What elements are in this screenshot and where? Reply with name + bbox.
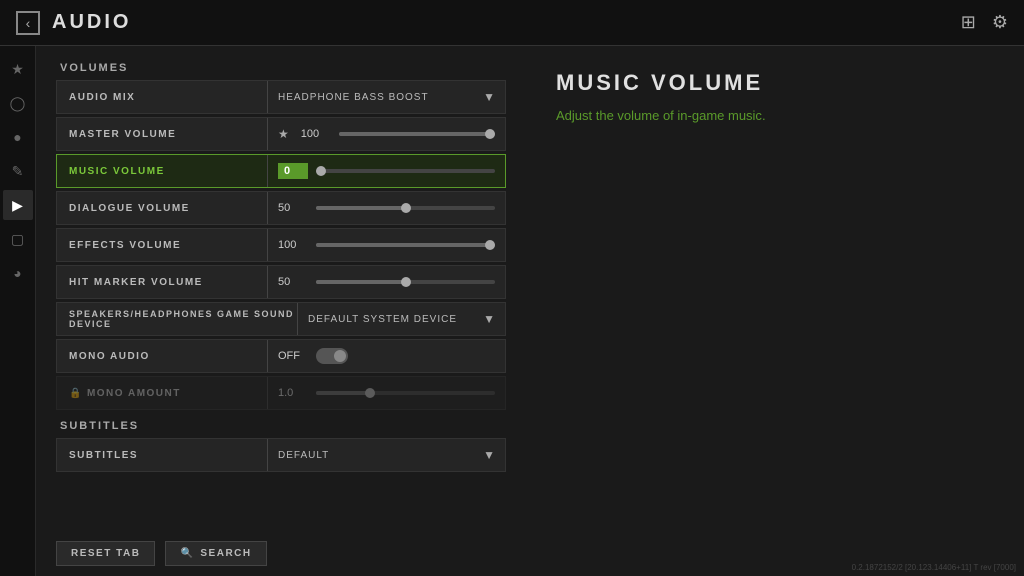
- star-icon: ★: [278, 127, 289, 141]
- dialogue-volume-label: DIALOGUE VOLUME: [57, 203, 267, 214]
- master-volume-label: MASTER VOLUME: [57, 129, 267, 140]
- search-button[interactable]: 🔍 SEARCH: [165, 541, 266, 566]
- mono-amount-value: 1.0: [278, 387, 308, 399]
- hit-marker-volume-fill: [316, 280, 406, 284]
- effects-volume-value: 100: [278, 239, 308, 251]
- music-volume-value: 0: [278, 163, 308, 179]
- info-desc-link: in-game music: [677, 108, 762, 123]
- effects-volume-label: EFFECTS VOLUME: [57, 240, 267, 251]
- left-sidebar: ★ ◯ ● ✎ ▶ ▢ ◕: [0, 46, 36, 576]
- top-bar-right: ⊞ ⚙: [961, 12, 1008, 33]
- subtitles-row[interactable]: SUBTITLES DEFAULT ▼: [56, 438, 506, 472]
- subtitles-arrow: ▼: [483, 448, 495, 462]
- master-volume-value: 100: [301, 128, 331, 140]
- sidebar-icon-person[interactable]: ◯: [3, 88, 33, 118]
- music-volume-row[interactable]: MUSIC VOLUME 0: [56, 154, 506, 188]
- hit-marker-volume-row[interactable]: HIT MARKER VOLUME 50: [56, 265, 506, 299]
- speakers-device-value: DEFAULT SYSTEM DEVICE: [308, 314, 475, 325]
- sidebar-icon-network[interactable]: ◕: [3, 258, 33, 288]
- mono-audio-label: MONO AUDIO: [57, 351, 267, 362]
- audio-mix-arrow: ▼: [483, 90, 495, 104]
- dialogue-volume-thumb: [401, 203, 411, 213]
- music-volume-label: MUSIC VOLUME: [57, 166, 267, 177]
- sidebar-icon-grid[interactable]: ▢: [3, 224, 33, 254]
- dialogue-volume-value: 50: [278, 202, 308, 214]
- audio-mix-value-area: HEADPHONE BASS BOOST ▼: [268, 90, 505, 104]
- music-volume-value-area: 0: [268, 163, 505, 179]
- search-icon: 🔍: [180, 548, 194, 559]
- top-bar-left: ‹ AUDIO: [16, 11, 131, 35]
- speakers-device-label: SPEAKERS/HEADPHONES GAME SOUND DEVICE: [57, 309, 297, 329]
- hit-marker-volume-thumb: [401, 277, 411, 287]
- sidebar-icon-edit[interactable]: ✎: [3, 156, 33, 186]
- info-title: MUSIC VOLUME: [556, 70, 994, 96]
- mono-amount-thumb: [365, 388, 375, 398]
- back-button[interactable]: ‹: [16, 11, 40, 35]
- subtitles-value-area: DEFAULT ▼: [268, 448, 505, 462]
- effects-volume-thumb: [485, 240, 495, 250]
- master-volume-row[interactable]: MASTER VOLUME ★ 100: [56, 117, 506, 151]
- info-description: Adjust the volume of in-game music.: [556, 106, 994, 126]
- effects-volume-slider[interactable]: [316, 243, 495, 247]
- master-volume-thumb: [485, 129, 495, 139]
- sidebar-icon-audio[interactable]: ▶: [3, 190, 33, 220]
- music-volume-slider[interactable]: [316, 169, 495, 173]
- mono-amount-value-area: 1.0: [268, 387, 505, 399]
- page-title: AUDIO: [52, 11, 131, 34]
- mono-amount-slider: [316, 391, 495, 395]
- sidebar-icon-controller[interactable]: ●: [3, 122, 33, 152]
- effects-volume-fill: [316, 243, 495, 247]
- search-label: SEARCH: [200, 548, 251, 559]
- info-desc-pre: Adjust the volume of: [556, 108, 677, 123]
- top-bar: ‹ AUDIO ⊞ ⚙: [0, 0, 1024, 46]
- hit-marker-volume-value: 50: [278, 276, 308, 288]
- mono-audio-row[interactable]: MONO AUDIO OFF: [56, 339, 506, 373]
- main-content: VOLUMES AUDIO MIX HEADPHONE BASS BOOST ▼…: [36, 46, 1024, 576]
- effects-volume-row[interactable]: EFFECTS VOLUME 100: [56, 228, 506, 262]
- speakers-device-value-area: DEFAULT SYSTEM DEVICE ▼: [298, 312, 505, 326]
- subtitles-section-header: SUBTITLES: [56, 420, 506, 432]
- settings-panel: VOLUMES AUDIO MIX HEADPHONE BASS BOOST ▼…: [36, 46, 526, 576]
- music-volume-thumb: [316, 166, 326, 176]
- reset-tab-label: RESET TAB: [71, 548, 140, 559]
- mono-audio-value: OFF: [278, 350, 308, 362]
- mono-amount-label: 🔒MONO AMOUNT: [57, 388, 267, 399]
- info-desc-post: .: [762, 108, 766, 123]
- back-icon: ‹: [26, 15, 31, 31]
- mono-amount-fill: [316, 391, 370, 395]
- gear-icon[interactable]: ⚙: [992, 12, 1008, 33]
- audio-mix-row[interactable]: AUDIO MIX HEADPHONE BASS BOOST ▼: [56, 80, 506, 114]
- hit-marker-volume-label: HIT MARKER VOLUME: [57, 277, 267, 288]
- hit-marker-volume-slider[interactable]: [316, 280, 495, 284]
- subtitles-value: DEFAULT: [278, 450, 475, 461]
- mono-amount-row: 🔒MONO AMOUNT 1.0: [56, 376, 506, 410]
- master-volume-value-area: ★ 100: [268, 127, 505, 141]
- version-text: 0.2.1872152/2 [20.123.14406+11] T rev [7…: [852, 563, 1016, 572]
- info-panel: MUSIC VOLUME Adjust the volume of in-gam…: [526, 46, 1024, 576]
- hit-marker-volume-value-area: 50: [268, 276, 505, 288]
- dialogue-volume-row[interactable]: DIALOGUE VOLUME 50: [56, 191, 506, 225]
- dialogue-volume-slider[interactable]: [316, 206, 495, 210]
- subtitles-label: SUBTITLES: [57, 450, 267, 461]
- audio-mix-label: AUDIO MIX: [57, 92, 267, 103]
- mono-audio-toggle[interactable]: [316, 348, 348, 364]
- master-volume-fill: [339, 132, 495, 136]
- effects-volume-value-area: 100: [268, 239, 505, 251]
- master-volume-slider[interactable]: [339, 132, 495, 136]
- grid-icon[interactable]: ⊞: [961, 12, 976, 33]
- bottom-bar: RESET TAB 🔍 SEARCH: [36, 531, 526, 576]
- speakers-device-row[interactable]: SPEAKERS/HEADPHONES GAME SOUND DEVICE DE…: [56, 302, 506, 336]
- audio-mix-value: HEADPHONE BASS BOOST: [278, 92, 475, 103]
- dialogue-volume-value-area: 50: [268, 202, 505, 214]
- volumes-section-header: VOLUMES: [56, 62, 506, 74]
- speakers-device-arrow: ▼: [483, 312, 495, 326]
- dialogue-volume-fill: [316, 206, 406, 210]
- mono-audio-value-area: OFF: [268, 348, 505, 364]
- reset-tab-button[interactable]: RESET TAB: [56, 541, 155, 566]
- sidebar-icon-star[interactable]: ★: [3, 54, 33, 84]
